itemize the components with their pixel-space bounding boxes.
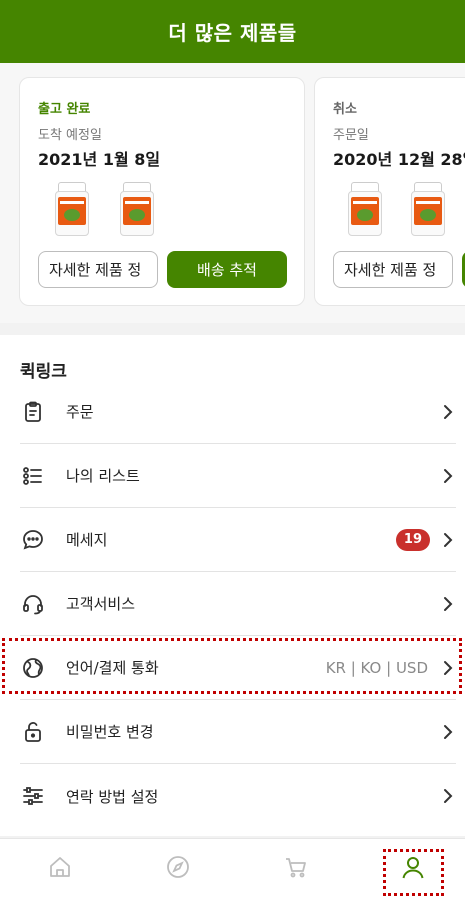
page-title: 더 많은 제품들 bbox=[168, 21, 297, 45]
order-date-label: 도착 예정일 bbox=[38, 128, 102, 143]
globe-icon bbox=[20, 655, 46, 681]
locale-value: KR | KO | USD bbox=[325, 658, 428, 677]
tab-account[interactable] bbox=[397, 853, 429, 885]
chevron-right-icon bbox=[440, 660, 456, 676]
quicklink-customer-service[interactable]: 고객서비스 bbox=[20, 572, 456, 636]
chevron-right-icon bbox=[440, 596, 456, 612]
quicklink-orders[interactable]: 주문 bbox=[20, 380, 456, 444]
top-bar: 더 많은 제품들 bbox=[0, 0, 465, 63]
quicklink-label: 연락 방법 설정 bbox=[66, 787, 159, 806]
order-status: 출고 완료 bbox=[38, 102, 91, 117]
cart-icon bbox=[283, 854, 309, 884]
chevron-right-icon bbox=[440, 404, 456, 420]
list-icon bbox=[20, 463, 46, 489]
chat-bubble-icon bbox=[20, 527, 46, 553]
chevron-right-icon bbox=[440, 788, 456, 804]
quicklinks-section: 퀵링크 주문 나의 리스트 메세지 19 고객서비스 언어/결제 통화 KR |… bbox=[0, 335, 465, 836]
order-status: 취소 bbox=[333, 102, 357, 117]
tab-home[interactable] bbox=[44, 853, 76, 885]
user-icon bbox=[400, 854, 426, 884]
order-date: 2021년 1월 8일 bbox=[38, 150, 161, 169]
order-card[interactable]: 취소 주문일 2020년 12월 28일 자세한 제품 정 bbox=[314, 77, 465, 306]
quicklink-label: 비밀번호 변경 bbox=[66, 723, 154, 741]
product-thumbnail[interactable] bbox=[120, 182, 154, 236]
quicklink-label: 메세지 bbox=[66, 531, 108, 549]
product-thumbnail[interactable] bbox=[411, 182, 445, 236]
chevron-right-icon bbox=[440, 724, 456, 740]
quicklinks-heading: 퀵링크 bbox=[20, 362, 67, 382]
track-shipment-button[interactable]: 배송 추적 bbox=[167, 251, 287, 288]
quicklink-messages[interactable]: 메세지 19 bbox=[20, 508, 456, 572]
sliders-icon bbox=[20, 783, 46, 809]
compass-icon bbox=[165, 854, 191, 884]
unlock-icon bbox=[20, 719, 46, 745]
quicklink-label: 언어/결제 통화 bbox=[66, 659, 159, 677]
unread-count-badge: 19 bbox=[395, 528, 430, 551]
quicklink-my-lists[interactable]: 나의 리스트 bbox=[20, 444, 456, 508]
clipboard-icon bbox=[20, 399, 46, 425]
chevron-right-icon bbox=[440, 468, 456, 484]
product-details-button[interactable]: 자세한 제품 정 bbox=[38, 251, 158, 288]
product-thumbnail[interactable] bbox=[55, 182, 89, 236]
product-thumbnail[interactable] bbox=[348, 182, 382, 236]
quicklink-label: 나의 리스트 bbox=[66, 467, 140, 485]
recent-orders-carousel[interactable]: 출고 완료 도착 예정일 2021년 1월 8일 자세한 제품 정 배송 추적 … bbox=[0, 63, 465, 323]
tab-cart[interactable] bbox=[280, 853, 312, 885]
order-date: 2020년 12월 28일 bbox=[333, 150, 465, 169]
quicklink-label: 주문 bbox=[66, 403, 94, 421]
quicklink-change-password[interactable]: 비밀번호 변경 bbox=[20, 700, 456, 764]
bottom-tab-bar bbox=[0, 838, 465, 901]
quicklink-language-currency[interactable]: 언어/결제 통화 KR | KO | USD bbox=[20, 636, 456, 700]
chevron-right-icon bbox=[440, 532, 456, 548]
order-date-label: 주문일 bbox=[333, 128, 369, 143]
tab-explore[interactable] bbox=[162, 853, 194, 885]
home-icon bbox=[47, 854, 73, 884]
product-details-button[interactable]: 자세한 제품 정 bbox=[333, 251, 453, 288]
quicklink-contact-preferences[interactable]: 연락 방법 설정 bbox=[20, 764, 456, 828]
headset-icon bbox=[20, 591, 46, 617]
quicklink-label: 고객서비스 bbox=[66, 595, 136, 613]
order-card[interactable]: 출고 완료 도착 예정일 2021년 1월 8일 자세한 제품 정 배송 추적 bbox=[19, 77, 305, 306]
app-screen: 더 많은 제품들 출고 완료 도착 예정일 2021년 1월 8일 자세한 제품… bbox=[0, 0, 465, 901]
